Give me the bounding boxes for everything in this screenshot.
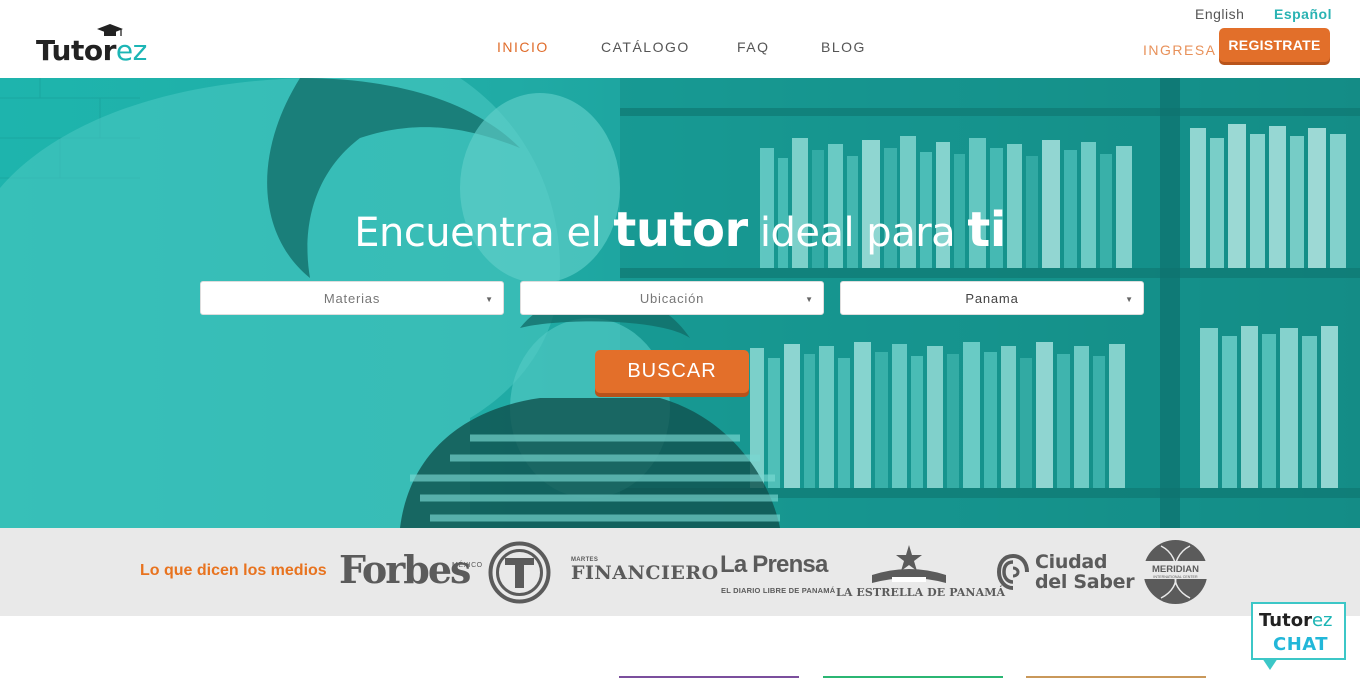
- la-estrella-logo[interactable]: LA ESTRELLA DE PANAMÁ: [836, 543, 1006, 603]
- ciudad-line-1: Ciudad: [1035, 551, 1108, 573]
- hero-title-part1: Encuentra el: [354, 210, 614, 256]
- hero-title: Encuentra el tutor ideal para ti: [0, 202, 1360, 258]
- meridian-logo[interactable]: MERIDIAN INTERNATIONAL CENTER: [1143, 538, 1208, 606]
- language-spanish-link[interactable]: Español: [1274, 6, 1332, 22]
- nav-inicio[interactable]: INICIO: [497, 39, 549, 55]
- la-estrella-logo-text: LA ESTRELLA DE PANAMÁ: [836, 586, 1006, 599]
- hero-section: Encuentra el tutor ideal para ti Materia…: [0, 78, 1360, 528]
- la-prensa-logo[interactable]: La Prensa EL DIARIO LIBRE DE PANAMÁ: [720, 551, 835, 596]
- chat-widget-button[interactable]: Tutorez CHAT: [1251, 602, 1346, 660]
- country-select-value: Panama: [965, 291, 1019, 306]
- media-mentions-strip: Lo que dicen los medios Forbes MÉXICO MA…: [0, 528, 1360, 616]
- ciudad-del-saber-logo-text: Ciudad del Saber: [1035, 551, 1135, 593]
- nav-faq[interactable]: FAQ: [737, 39, 770, 55]
- language-english-link[interactable]: English: [1195, 6, 1244, 22]
- location-select[interactable]: Ubicación ▼: [520, 281, 824, 315]
- login-link[interactable]: INGRESA: [1143, 42, 1217, 58]
- forbes-logo-subtext: MÉXICO: [452, 562, 483, 569]
- meridian-logo-text: MERIDIAN: [1152, 564, 1199, 575]
- chat-logo-main: Tutor: [1259, 610, 1312, 631]
- estrella-emblem-icon: [872, 545, 946, 583]
- subjects-select-value: Materias: [323, 291, 381, 306]
- register-button[interactable]: REGISTRATE: [1219, 28, 1330, 62]
- country-select[interactable]: Panama ▼: [840, 281, 1144, 315]
- forbes-logo-text: Forbes: [339, 547, 471, 592]
- ciudad-line-2: del Saber: [1035, 571, 1135, 593]
- financiero-logo-subtext: MARTES: [571, 557, 599, 563]
- search-button[interactable]: BUSCAR: [595, 350, 749, 393]
- nav-catalogo[interactable]: CATÁLOGO: [601, 39, 690, 55]
- nav-blog[interactable]: BLOG: [821, 39, 866, 55]
- hero-title-bold2: ti: [967, 202, 1006, 258]
- financiero-logo-text: FINANCIERO: [571, 562, 719, 584]
- graduation-cap-icon: [97, 24, 123, 36]
- location-select-value: Ubicación: [639, 291, 705, 306]
- chat-logo-accent: ez: [1311, 610, 1333, 631]
- telemetro-logo[interactable]: [488, 541, 551, 604]
- la-prensa-logo-text: La Prensa: [720, 551, 828, 578]
- subjects-select[interactable]: Materias ▼: [200, 281, 504, 315]
- la-prensa-logo-subtext: EL DIARIO LIBRE DE PANAMÁ: [721, 586, 836, 595]
- site-header: Tutorez INICIO CATÁLOGO FAQ BLOG English…: [0, 0, 1360, 78]
- hero-title-bold1: tutor: [613, 202, 748, 258]
- financiero-logo[interactable]: MARTES FINANCIERO: [571, 557, 719, 584]
- media-label: Lo que dicen los medios: [140, 562, 327, 579]
- chevron-down-icon: ▼: [485, 295, 493, 304]
- chat-widget-logo: Tutorez: [1259, 611, 1333, 631]
- chevron-down-icon: ▼: [805, 295, 813, 304]
- meridian-logo-subtext: INTERNATIONAL CENTER: [1153, 575, 1198, 579]
- hero-title-part2: ideal para: [747, 210, 968, 256]
- chevron-down-icon: ▼: [1125, 295, 1133, 304]
- chat-bubble-tail: [1262, 658, 1278, 670]
- chat-widget-label: CHAT: [1273, 634, 1329, 655]
- ciudad-del-saber-emblem-icon: [997, 554, 1029, 590]
- forbes-logo[interactable]: Forbes MÉXICO: [339, 547, 482, 592]
